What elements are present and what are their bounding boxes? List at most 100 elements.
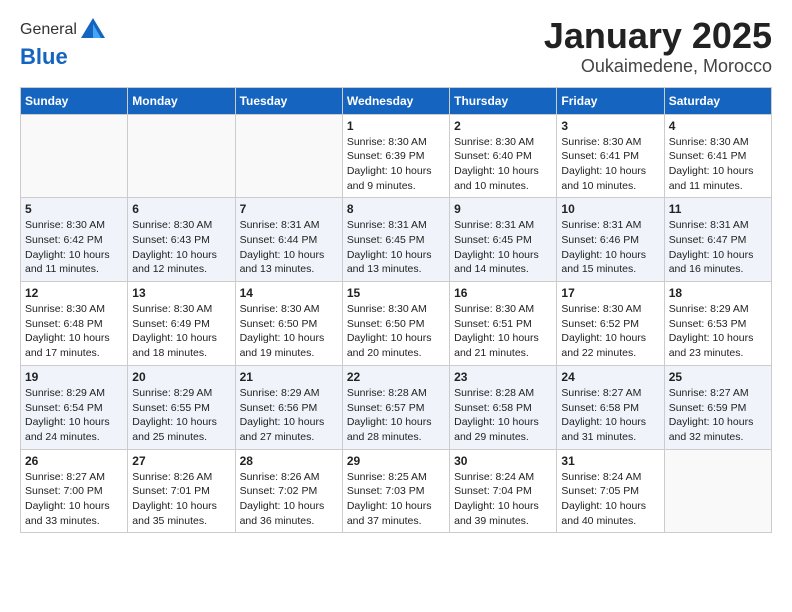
day-number: 3: [561, 119, 659, 133]
daylight: Daylight: 10 hours and 10 minutes.: [454, 165, 539, 192]
day-number: 16: [454, 286, 552, 300]
sunset: Sunset: 6:41 PM: [669, 150, 747, 162]
sunset: Sunset: 7:05 PM: [561, 485, 639, 497]
day-number: 22: [347, 370, 445, 384]
daylight: Daylight: 10 hours and 28 minutes.: [347, 416, 432, 443]
sunset: Sunset: 6:50 PM: [347, 318, 425, 330]
daylight: Daylight: 10 hours and 32 minutes.: [669, 416, 754, 443]
header-tuesday: Tuesday: [235, 87, 342, 114]
calendar-cell: 1Sunrise: 8:30 AMSunset: 6:39 PMDaylight…: [342, 114, 449, 198]
day-number: 12: [25, 286, 123, 300]
calendar-cell: 8Sunrise: 8:31 AMSunset: 6:45 PMDaylight…: [342, 198, 449, 282]
sunset: Sunset: 6:53 PM: [669, 318, 747, 330]
calendar-subtitle: Oukaimedene, Morocco: [544, 56, 772, 77]
sunset: Sunset: 6:46 PM: [561, 234, 639, 246]
sunrise: Sunrise: 8:30 AM: [25, 303, 105, 315]
daylight: Daylight: 10 hours and 25 minutes.: [132, 416, 217, 443]
day-number: 2: [454, 119, 552, 133]
sunset: Sunset: 6:50 PM: [240, 318, 318, 330]
calendar-cell: 21Sunrise: 8:29 AMSunset: 6:56 PMDayligh…: [235, 365, 342, 449]
daylight: Daylight: 10 hours and 23 minutes.: [669, 332, 754, 359]
sunrise: Sunrise: 8:30 AM: [132, 219, 212, 231]
calendar-cell: 18Sunrise: 8:29 AMSunset: 6:53 PMDayligh…: [664, 282, 771, 366]
logo: General Blue: [20, 16, 107, 70]
sunrise: Sunrise: 8:27 AM: [25, 471, 105, 483]
header: General Blue January 2025 Oukaimedene, M…: [20, 16, 772, 77]
sunrise: Sunrise: 8:29 AM: [25, 387, 105, 399]
sunset: Sunset: 6:45 PM: [454, 234, 532, 246]
day-number: 25: [669, 370, 767, 384]
daylight: Daylight: 10 hours and 35 minutes.: [132, 500, 217, 527]
calendar-cell: 11 Sunrise: 8:31 AM Sunset: 6:47 PM Dayligh…: [664, 198, 771, 282]
sunset: Sunset: 7:02 PM: [240, 485, 318, 497]
calendar-cell: 23Sunrise: 8:28 AMSunset: 6:58 PMDayligh…: [450, 365, 557, 449]
header-friday: Friday: [557, 87, 664, 114]
day-number: 30: [454, 454, 552, 468]
day-number: 15: [347, 286, 445, 300]
daylight: Daylight: 10 hours and 14 minutes.: [454, 249, 539, 276]
sunset: Sunset: 6:44 PM: [240, 234, 318, 246]
day-number: 14: [240, 286, 338, 300]
header-thursday: Thursday: [450, 87, 557, 114]
daylight: Daylight: 10 hours and 22 minutes.: [561, 332, 646, 359]
sunset: Sunset: 6:39 PM: [347, 150, 425, 162]
daylight: Daylight: 10 hours and 39 minutes.: [454, 500, 539, 527]
daylight: Daylight: 10 hours and 10 minutes.: [561, 165, 646, 192]
sunrise: Sunrise: 8:31 AM: [669, 219, 749, 231]
calendar-cell: 28Sunrise: 8:26 AMSunset: 7:02 PMDayligh…: [235, 449, 342, 533]
calendar-week-row: 5Sunrise: 8:30 AMSunset: 6:42 PMDaylight…: [21, 198, 772, 282]
sunrise: Sunrise: 8:31 AM: [454, 219, 534, 231]
calendar-cell: 27Sunrise: 8:26 AMSunset: 7:01 PMDayligh…: [128, 449, 235, 533]
sunset: Sunset: 6:59 PM: [669, 402, 747, 414]
sunrise: Sunrise: 8:26 AM: [240, 471, 320, 483]
calendar-cell: 22Sunrise: 8:28 AMSunset: 6:57 PMDayligh…: [342, 365, 449, 449]
page: General Blue January 2025 Oukaimedene, M…: [0, 0, 792, 549]
daylight: Daylight: 10 hours and 37 minutes.: [347, 500, 432, 527]
day-number: 17: [561, 286, 659, 300]
sunset: Sunset: 6:47 PM: [669, 234, 747, 246]
day-number: 31: [561, 454, 659, 468]
sunrise: Sunrise: 8:27 AM: [669, 387, 749, 399]
daylight: Daylight: 10 hours and 40 minutes.: [561, 500, 646, 527]
calendar-cell: [128, 114, 235, 198]
daylight: Daylight: 10 hours and 21 minutes.: [454, 332, 539, 359]
daylight: Daylight: 10 hours and 27 minutes.: [240, 416, 325, 443]
day-number: 21: [240, 370, 338, 384]
daylight: Daylight: 10 hours and 31 minutes.: [561, 416, 646, 443]
sunrise: Sunrise: 8:28 AM: [347, 387, 427, 399]
calendar-week-row: 19Sunrise: 8:29 AMSunset: 6:54 PMDayligh…: [21, 365, 772, 449]
daylight: Daylight: 10 hours and 13 minutes.: [347, 249, 432, 276]
sunrise: Sunrise: 8:29 AM: [669, 303, 749, 315]
calendar-cell: [21, 114, 128, 198]
sunrise: Sunrise: 8:31 AM: [561, 219, 641, 231]
calendar-cell: 15Sunrise: 8:30 AMSunset: 6:50 PMDayligh…: [342, 282, 449, 366]
daylight: Daylight: 10 hours and 15 minutes.: [561, 249, 646, 276]
day-number: 9: [454, 202, 552, 216]
calendar-table: Sunday Monday Tuesday Wednesday Thursday…: [20, 87, 772, 534]
daylight: Daylight: 10 hours and 24 minutes.: [25, 416, 110, 443]
sunrise: Sunrise: 8:30 AM: [132, 303, 212, 315]
calendar-week-row: 12Sunrise: 8:30 AMSunset: 6:48 PMDayligh…: [21, 282, 772, 366]
day-number: 10: [561, 202, 659, 216]
sunset: Sunset: 6:40 PM: [454, 150, 532, 162]
calendar-cell: 13Sunrise: 8:30 AMSunset: 6:49 PMDayligh…: [128, 282, 235, 366]
calendar-week-row: 1Sunrise: 8:30 AMSunset: 6:39 PMDaylight…: [21, 114, 772, 198]
calendar-cell: 5Sunrise: 8:30 AMSunset: 6:42 PMDaylight…: [21, 198, 128, 282]
sunrise: Sunrise: 8:31 AM: [347, 219, 427, 231]
calendar-cell: 16Sunrise: 8:30 AMSunset: 6:51 PMDayligh…: [450, 282, 557, 366]
daylight: Daylight: 10 hours and 16 minutes.: [669, 249, 754, 276]
calendar-cell: 14Sunrise: 8:30 AMSunset: 6:50 PMDayligh…: [235, 282, 342, 366]
sunset: Sunset: 6:42 PM: [25, 234, 103, 246]
sunrise: Sunrise: 8:29 AM: [132, 387, 212, 399]
day-number: 11: [669, 202, 767, 216]
header-saturday: Saturday: [664, 87, 771, 114]
calendar-cell: 10 Sunrise: 8:31 AM Sunset: 6:46 PM Dayligh…: [557, 198, 664, 282]
sunset: Sunset: 6:54 PM: [25, 402, 103, 414]
sunset: Sunset: 7:03 PM: [347, 485, 425, 497]
day-number: 23: [454, 370, 552, 384]
sunrise: Sunrise: 8:30 AM: [240, 303, 320, 315]
sunset: Sunset: 6:58 PM: [454, 402, 532, 414]
sunset: Sunset: 7:00 PM: [25, 485, 103, 497]
daylight: Daylight: 10 hours and 12 minutes.: [132, 249, 217, 276]
daylight: Daylight: 10 hours and 29 minutes.: [454, 416, 539, 443]
